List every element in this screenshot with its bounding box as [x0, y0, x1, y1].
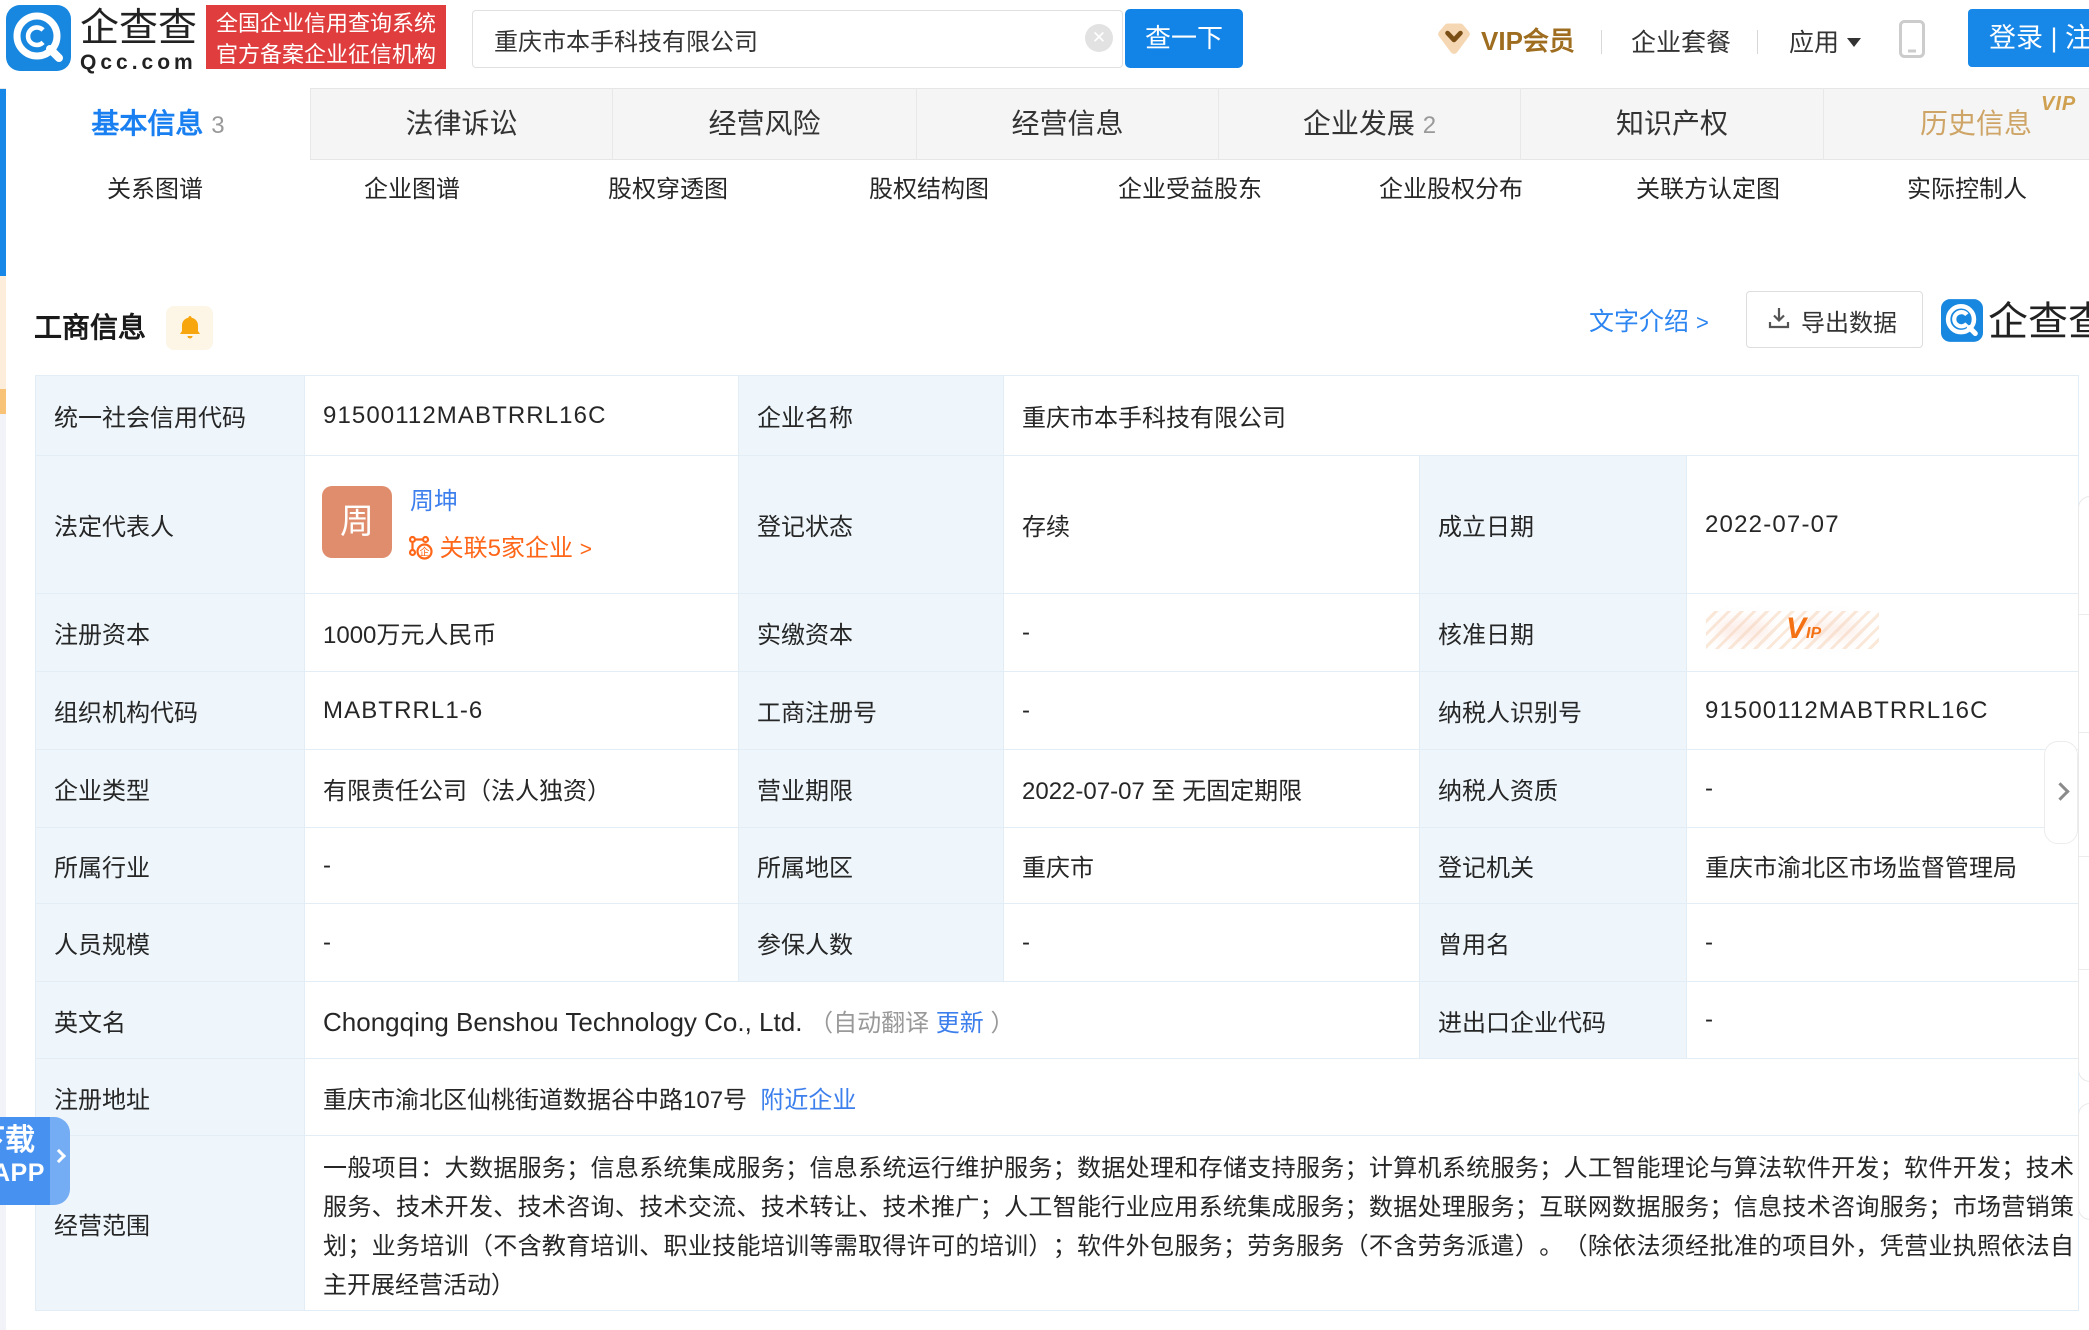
svg-text:企: 企	[420, 546, 430, 559]
